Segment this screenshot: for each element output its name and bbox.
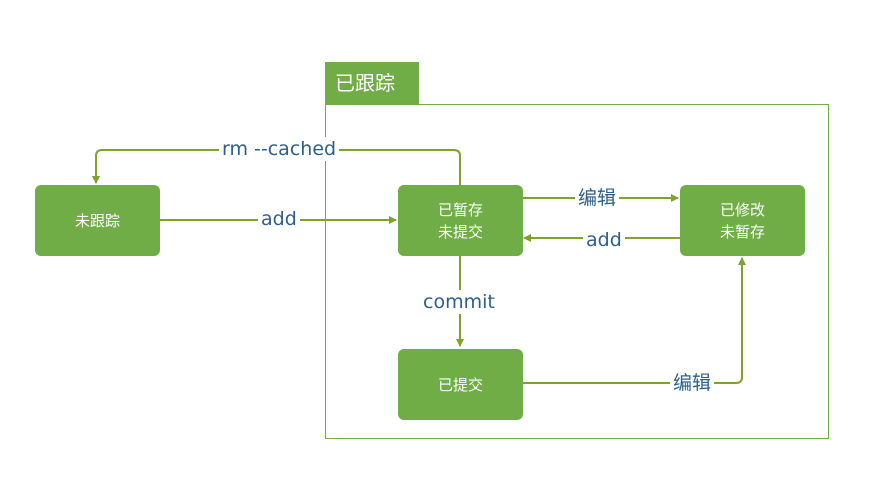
label-commit: commit	[420, 290, 498, 314]
node-modified-line-2: 未暂存	[719, 222, 765, 241]
node-staged-line-2: 未提交	[437, 222, 483, 241]
node-untracked: 未跟踪	[35, 185, 160, 256]
node-modified-line-1: 已修改	[719, 200, 765, 219]
label-edit-staged: 编辑	[575, 186, 620, 210]
tracked-group-label: 已跟踪	[325, 62, 419, 104]
node-staged-line-1: 已暂存	[437, 200, 483, 219]
node-untracked-line-1: 未跟踪	[74, 211, 120, 230]
label-add-untracked: add	[258, 207, 300, 231]
node-modified: 已修改 未暂存	[680, 185, 805, 256]
node-committed: 已提交	[398, 349, 523, 420]
label-add-modified: add	[583, 228, 625, 252]
label-edit-committed: 编辑	[670, 371, 715, 395]
label-rm-cached: rm --cached	[219, 137, 340, 161]
git-state-diagram: 已跟踪 未跟踪 已暂存 未提交 已修改 未暂存 已提交 rm --cached …	[0, 0, 892, 494]
node-committed-line-1: 已提交	[437, 375, 483, 394]
node-staged: 已暂存 未提交	[398, 185, 523, 256]
